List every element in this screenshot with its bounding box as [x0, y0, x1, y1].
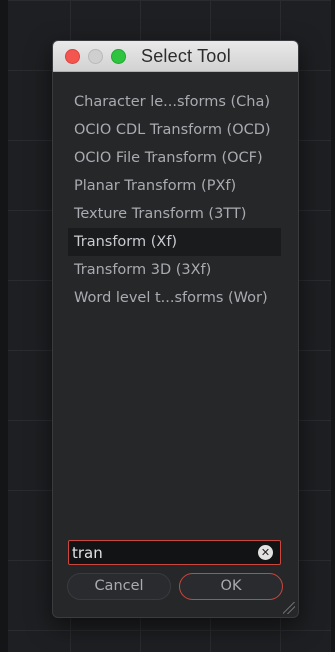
clear-icon[interactable]: ✕ — [258, 545, 273, 560]
left-panel-edge — [0, 0, 8, 652]
minimize-window-button[interactable] — [88, 49, 103, 64]
select-tool-dialog: Select Tool Character le...sforms (Cha) … — [52, 40, 299, 618]
tool-list-item[interactable]: Texture Transform (3TT) — [68, 200, 281, 228]
tool-list: Character le...sforms (Cha) OCIO CDL Tra… — [68, 88, 281, 312]
tool-list-item[interactable]: OCIO CDL Transform (OCD) — [68, 116, 281, 144]
search-field: ✕ — [68, 540, 281, 565]
tool-list-item[interactable]: Character le...sforms (Cha) — [68, 88, 281, 116]
cancel-button[interactable]: Cancel — [67, 573, 171, 600]
ok-button[interactable]: OK — [179, 573, 283, 600]
dialog-title: Select Tool — [141, 46, 231, 66]
search-input[interactable] — [72, 542, 252, 563]
tool-list-item[interactable]: Planar Transform (PXf) — [68, 172, 281, 200]
tool-list-item-selected[interactable]: Transform (Xf) — [68, 228, 281, 256]
tool-list-item[interactable]: OCIO File Transform (OCF) — [68, 144, 281, 172]
close-window-button[interactable] — [65, 49, 80, 64]
maximize-window-button[interactable] — [111, 49, 126, 64]
resize-grip-icon[interactable] — [283, 602, 295, 614]
tool-list-item[interactable]: Transform 3D (3Xf) — [68, 256, 281, 284]
right-panel-edge — [331, 0, 335, 652]
tool-list-item[interactable]: Word level t...sforms (Wor) — [68, 284, 281, 312]
title-bar[interactable]: Select Tool — [53, 41, 298, 72]
